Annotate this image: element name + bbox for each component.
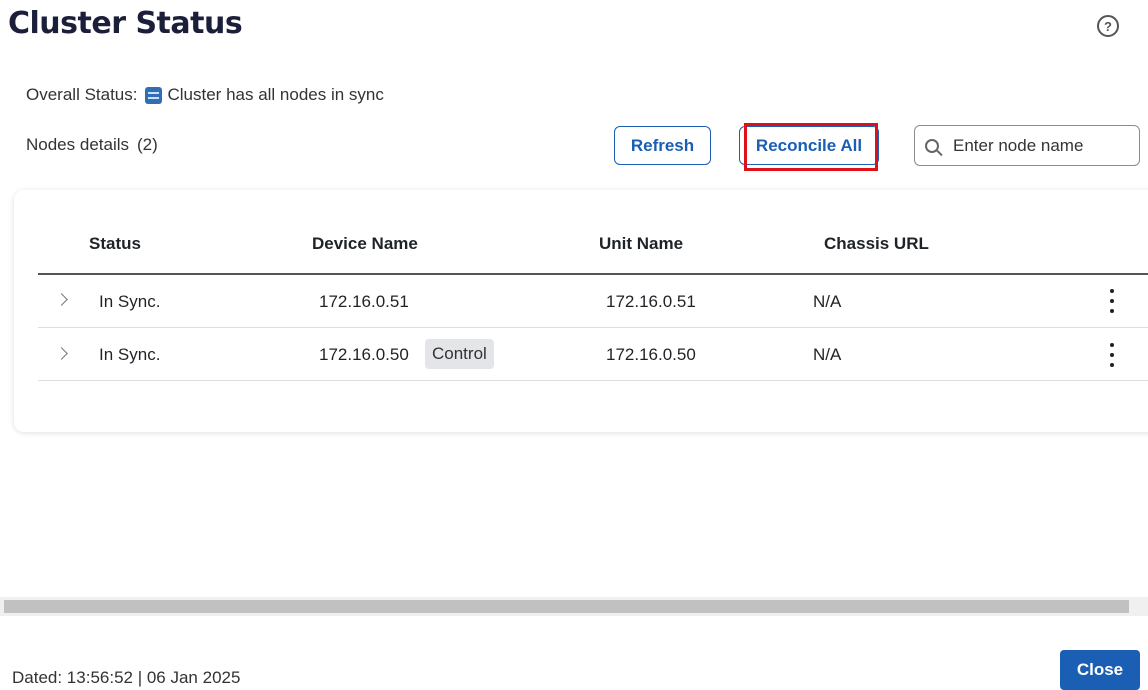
nodes-count: (2) xyxy=(137,135,158,154)
search-box[interactable] xyxy=(914,125,1140,166)
row-more-actions-icon[interactable] xyxy=(1106,289,1118,313)
nodes-details-label: Nodes details xyxy=(26,135,130,154)
page-title: Cluster Status xyxy=(8,6,243,41)
row-unit-name: 172.16.0.50 xyxy=(606,345,696,364)
nodes-details: Nodes details (2) xyxy=(26,135,158,155)
row-divider xyxy=(38,327,1148,328)
overall-status-label: Overall Status: xyxy=(26,85,138,104)
row-device-name: 172.16.0.51 xyxy=(319,292,409,311)
reconcile-all-button[interactable]: Reconcile All xyxy=(739,126,879,165)
row-chassis-url: N/A xyxy=(813,292,842,311)
column-header-status[interactable]: Status xyxy=(89,234,141,254)
row-more-actions-icon[interactable] xyxy=(1106,343,1118,367)
column-header-chassis-url[interactable]: Chassis URL xyxy=(824,234,929,254)
row-divider xyxy=(38,380,1148,381)
header-divider xyxy=(38,273,1148,275)
row-status: In Sync. xyxy=(99,292,161,311)
row-chassis-url: N/A xyxy=(813,345,842,364)
close-button[interactable]: Close xyxy=(1060,650,1140,690)
row-unit-name: 172.16.0.51 xyxy=(606,292,696,311)
nodes-table-card xyxy=(14,190,1148,432)
column-header-device-name[interactable]: Device Name xyxy=(312,234,418,254)
control-badge: Control xyxy=(425,339,494,369)
help-icon[interactable]: ? xyxy=(1097,15,1119,37)
row-device-name: 172.16.0.50 xyxy=(319,345,409,364)
cluster-sync-icon xyxy=(144,86,162,104)
search-icon xyxy=(925,138,939,153)
refresh-button[interactable]: Refresh xyxy=(614,126,711,165)
overall-status: Overall Status: Cluster has all nodes in… xyxy=(26,85,384,105)
overall-status-text: Cluster has all nodes in sync xyxy=(167,85,384,104)
dated-timestamp: Dated: 13:56:52 | 06 Jan 2025 xyxy=(12,668,241,687)
column-header-unit-name[interactable]: Unit Name xyxy=(599,234,683,254)
row-status: In Sync. xyxy=(99,345,161,364)
search-input[interactable] xyxy=(953,135,1123,156)
horizontal-scrollbar-thumb[interactable] xyxy=(4,600,1129,613)
